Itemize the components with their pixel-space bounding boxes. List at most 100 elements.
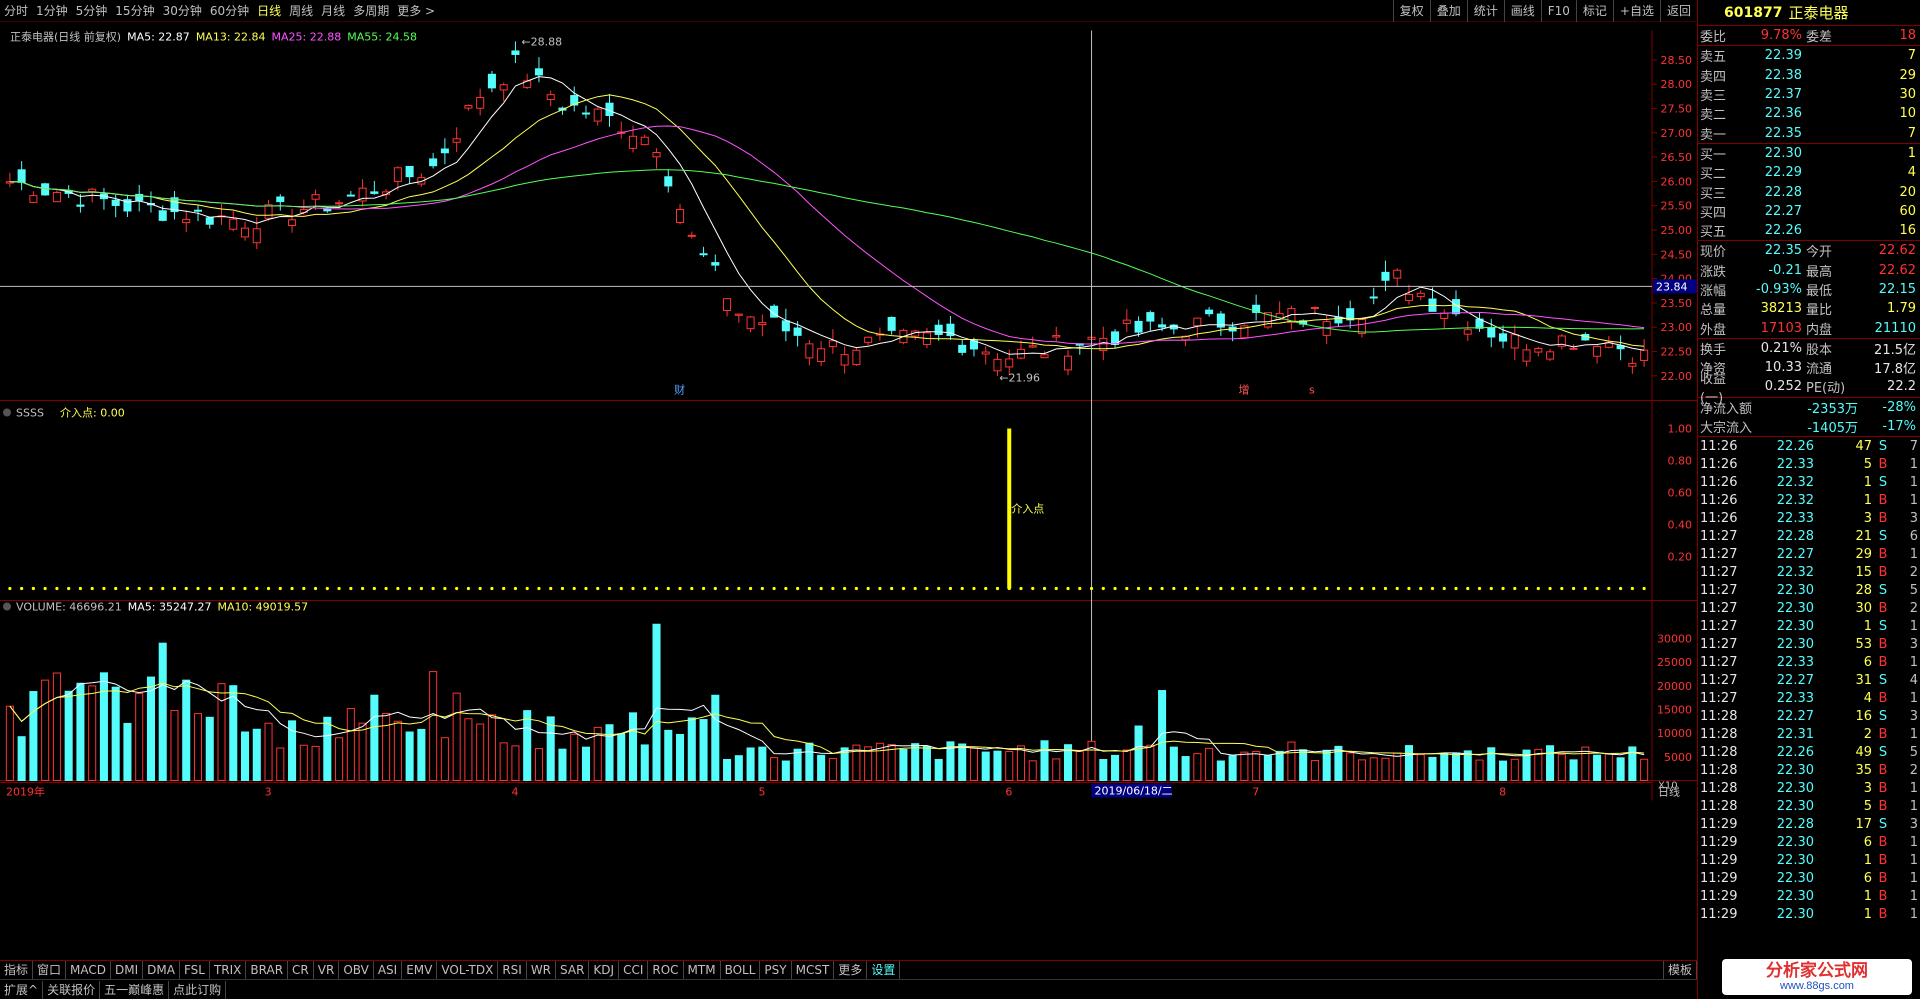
indicator-tab[interactable]: MACD bbox=[66, 961, 112, 979]
tick-row: 11:27 22.30 30 B 2 bbox=[1698, 599, 1920, 617]
quote-label: 涨跌 bbox=[1700, 264, 1727, 280]
indicator-dot bbox=[231, 586, 235, 591]
indicator-tab[interactable]: VOL-TDX bbox=[437, 961, 499, 979]
indicator-tab[interactable]: ROC bbox=[648, 961, 684, 979]
indicator-tab[interactable]: KDJ bbox=[589, 961, 620, 979]
indicator-dots bbox=[8, 586, 1646, 591]
quote-value: 17.8亿 bbox=[1874, 362, 1916, 378]
x-axis-label: 6 bbox=[1005, 786, 1012, 799]
tick-row: 11:29 22.30 1 B 1 bbox=[1698, 887, 1920, 905]
indicator-tab[interactable]: VR bbox=[314, 961, 340, 979]
period-tab[interactable]: 日线 bbox=[253, 0, 285, 22]
indicator-collapse-icon[interactable] bbox=[3, 408, 11, 417]
indicator-dot bbox=[1595, 586, 1599, 591]
stat-row: 总量 38213 量比 1.79 bbox=[1698, 299, 1920, 318]
indicator-tab[interactable]: 更多 bbox=[834, 961, 868, 979]
kline-chart[interactable]: 28.50 28.00 27.50 27.00 26.50 26.00 25.50 25.00… bbox=[0, 22, 1697, 977]
indicator-tab[interactable]: CCI bbox=[619, 961, 649, 979]
bottom-link[interactable]: 扩展^ bbox=[0, 980, 44, 999]
candle-body bbox=[405, 165, 414, 178]
indicator-tab[interactable]: WR bbox=[527, 961, 557, 979]
tool-button[interactable]: 复权 bbox=[1392, 0, 1430, 22]
indicator-tab[interactable]: BRAR bbox=[246, 961, 289, 979]
indicator-tab[interactable]: ASI bbox=[374, 961, 403, 979]
volume-bar bbox=[1052, 758, 1061, 782]
indicator-dot bbox=[1266, 586, 1270, 591]
tick-time: 11:28 bbox=[1700, 744, 1738, 760]
ask-volume: 29 bbox=[1899, 67, 1916, 83]
indicator-tab[interactable]: EMV bbox=[402, 961, 438, 979]
indicator-tab[interactable]: SAR bbox=[556, 961, 590, 979]
tool-button[interactable]: 返回 bbox=[1659, 0, 1697, 22]
period-tab[interactable]: 30分钟 bbox=[159, 0, 206, 22]
indicator-dot bbox=[208, 586, 212, 591]
indicator-tab[interactable]: BOLL bbox=[721, 961, 761, 979]
bottom-link[interactable]: 关联报价 bbox=[43, 980, 101, 999]
indicator-tab[interactable]: RSI bbox=[498, 961, 527, 979]
bottom-link[interactable]: 五一巅峰惠 bbox=[100, 980, 170, 999]
indicator-tab[interactable]: DMA bbox=[143, 961, 180, 979]
indicator-dot bbox=[43, 586, 47, 591]
candle-body bbox=[1546, 351, 1555, 360]
indicator-dot bbox=[984, 586, 988, 591]
volume-bar bbox=[1275, 750, 1284, 781]
signal-label: 介入点 bbox=[1011, 503, 1044, 516]
volume-collapse-icon[interactable] bbox=[3, 602, 11, 611]
tick-count: 2 bbox=[1909, 762, 1918, 778]
volume-bar bbox=[1252, 750, 1261, 782]
period-tab[interactable]: 15分钟 bbox=[111, 0, 158, 22]
quote-value: 17103 bbox=[1760, 320, 1802, 336]
indicator-tab[interactable]: DMI bbox=[111, 961, 144, 979]
volume-bar bbox=[76, 682, 85, 781]
period-tab[interactable]: 5分钟 bbox=[72, 0, 112, 22]
tick-volume: 16 bbox=[1855, 708, 1872, 724]
indicator-dot bbox=[960, 586, 964, 591]
indicator-dot bbox=[701, 586, 706, 591]
tick-volume: 49 bbox=[1855, 744, 1872, 760]
template-button[interactable]: 模板 bbox=[1662, 961, 1697, 979]
indicator-dot bbox=[913, 586, 917, 591]
tick-side: B bbox=[1878, 852, 1888, 868]
period-tab[interactable]: 多周期 bbox=[349, 0, 393, 22]
period-tab[interactable]: 周线 bbox=[285, 0, 317, 22]
candle-body bbox=[17, 169, 26, 183]
period-tab[interactable]: 更多 > bbox=[393, 0, 439, 22]
indicator-tab[interactable]: TRIX bbox=[210, 961, 247, 979]
indicator-dot bbox=[654, 586, 659, 591]
tick-side: S bbox=[1878, 708, 1888, 724]
volume-bar bbox=[1357, 759, 1366, 781]
indicator-tab[interactable]: MTM bbox=[684, 961, 721, 979]
indicator-tab[interactable]: CR bbox=[288, 961, 314, 979]
period-tab[interactable]: 分时 bbox=[0, 0, 32, 22]
volume-bar bbox=[111, 686, 120, 781]
period-tab[interactable]: 月线 bbox=[317, 0, 349, 22]
tool-button[interactable]: 统计 bbox=[1466, 0, 1504, 22]
indicator-dot bbox=[1066, 586, 1070, 591]
indicator-tab[interactable]: 设置 bbox=[867, 961, 901, 979]
indicator-dot bbox=[266, 586, 271, 591]
indicator-tab[interactable]: PSY bbox=[760, 961, 792, 979]
tool-button[interactable]: F10 bbox=[1540, 0, 1576, 22]
volume-bar bbox=[1075, 751, 1084, 781]
indicator-tab[interactable]: 指标 bbox=[0, 961, 34, 979]
indicator-tab[interactable]: OBV bbox=[339, 961, 374, 979]
indicator-tab[interactable]: MCST bbox=[792, 961, 835, 979]
volume-bar bbox=[417, 728, 426, 781]
period-tab[interactable]: 60分钟 bbox=[206, 0, 253, 22]
indicator-dot bbox=[137, 586, 141, 591]
tick-price: 22.33 bbox=[1776, 654, 1814, 670]
indicator-tab[interactable]: 窗口 bbox=[33, 961, 67, 979]
tool-button[interactable]: 标记 bbox=[1575, 0, 1613, 22]
candle-body bbox=[452, 138, 461, 143]
tool-button[interactable]: 叠加 bbox=[1429, 0, 1467, 22]
indicator-tab[interactable]: FSL bbox=[180, 961, 210, 979]
bottom-link[interactable]: 点此订购 bbox=[169, 980, 227, 999]
indicator-dot bbox=[1183, 586, 1188, 591]
indicator-dot bbox=[607, 586, 612, 591]
candle-body bbox=[29, 195, 38, 203]
tool-button[interactable]: +自选 bbox=[1612, 0, 1660, 22]
tool-button[interactable]: 画线 bbox=[1503, 0, 1541, 22]
stat-row: 现价 22.35 今开 22.62 bbox=[1698, 241, 1920, 260]
volume-bar bbox=[476, 723, 485, 782]
period-tab[interactable]: 1分钟 bbox=[32, 0, 72, 22]
